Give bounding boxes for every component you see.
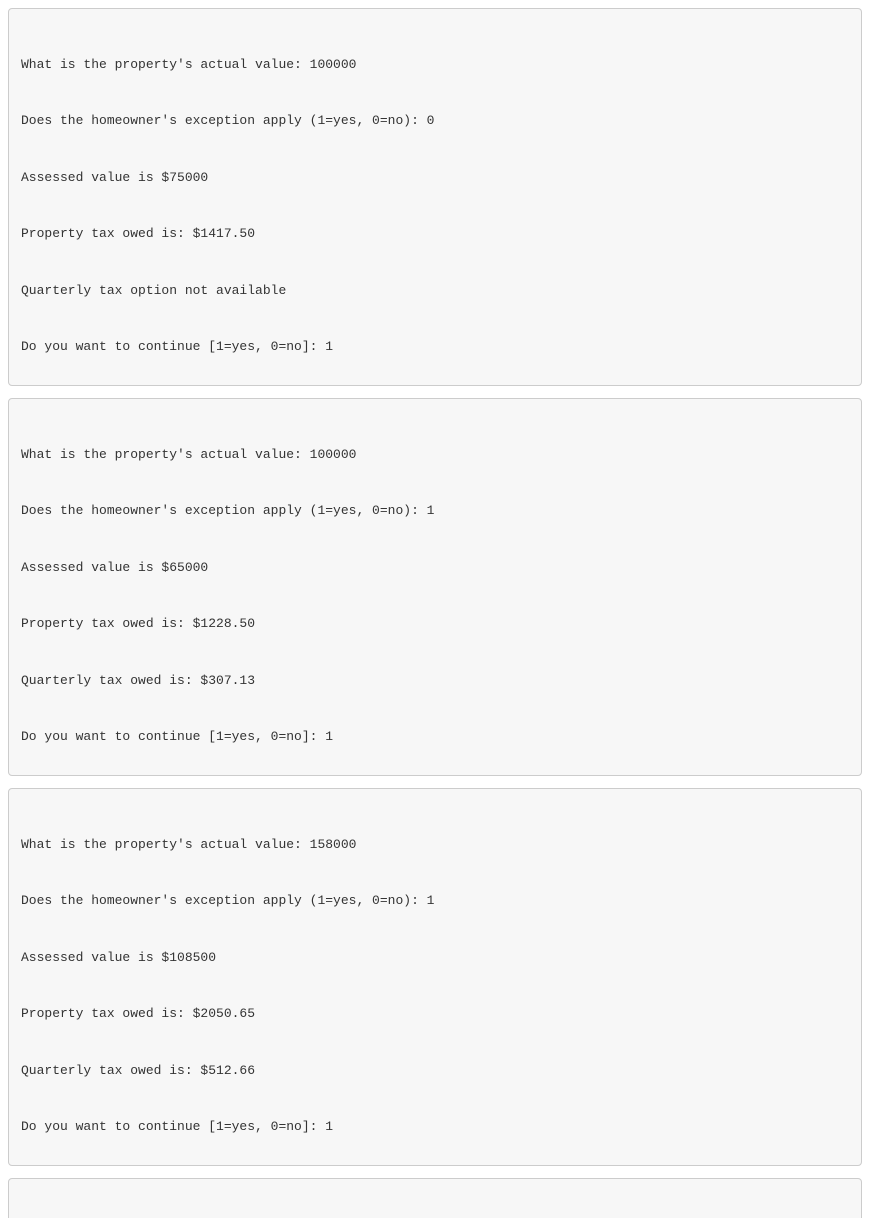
- output-block-4: What is the property's actual value: 158…: [8, 1178, 862, 1218]
- output-block-3: What is the property's actual value: 158…: [8, 788, 862, 1166]
- output-block-1: What is the property's actual value: 100…: [8, 8, 862, 386]
- output-line: Property tax owed is: $1417.50: [21, 225, 849, 244]
- output-line: Assessed value is $65000: [21, 559, 849, 578]
- output-line: Quarterly tax owed is: $307.13: [21, 672, 849, 691]
- output-line: Assessed value is $75000: [21, 169, 849, 188]
- output-line: Does the homeowner's exception apply (1=…: [21, 112, 849, 131]
- output-block-2: What is the property's actual value: 100…: [8, 398, 862, 776]
- output-line: Quarterly tax option not available: [21, 282, 849, 301]
- output-line: Does the homeowner's exception apply (1=…: [21, 892, 849, 911]
- output-line: What is the property's actual value: 100…: [21, 446, 849, 465]
- output-line: Do you want to continue [1=yes, 0=no]: 1: [21, 728, 849, 747]
- output-line: What is the property's actual value: 158…: [21, 836, 849, 855]
- output-line: Do you want to continue [1=yes, 0=no]: 1: [21, 338, 849, 357]
- output-line: Assessed value is $108500: [21, 949, 849, 968]
- output-line: Property tax owed is: $2050.65: [21, 1005, 849, 1024]
- output-line: Do you want to continue [1=yes, 0=no]: 1: [21, 1118, 849, 1137]
- output-line: Does the homeowner's exception apply (1=…: [21, 502, 849, 521]
- output-line: Quarterly tax owed is: $512.66: [21, 1062, 849, 1081]
- output-line: What is the property's actual value: 100…: [21, 56, 849, 75]
- output-line: Property tax owed is: $1228.50: [21, 615, 849, 634]
